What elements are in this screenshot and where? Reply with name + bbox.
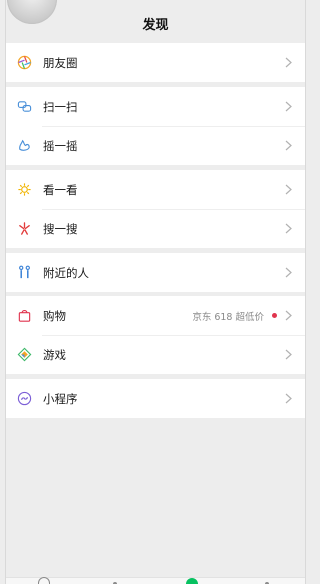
tab-bar: [6, 577, 305, 584]
scan-icon: [17, 99, 32, 114]
chevron-right-icon: [285, 140, 295, 151]
menu-item-label: 搜一搜: [43, 221, 78, 236]
chevron-right-icon: [285, 310, 295, 321]
shopping-bag-icon: [17, 308, 32, 323]
group-shopping-games: 购物 京东 618 超低价 游戏: [6, 296, 305, 374]
menu-item-label: 摇一摇: [43, 138, 78, 153]
group-people-nearby: 附近的人: [6, 253, 305, 292]
tab-chats[interactable]: [38, 577, 50, 584]
chevron-right-icon: [285, 223, 295, 234]
menu-item-top-stories[interactable]: 看一看: [6, 170, 305, 209]
menu-item-label: 小程序: [43, 391, 78, 406]
menu-item-shake[interactable]: 摇一摇: [6, 126, 305, 165]
menu-item-games[interactable]: 游戏: [6, 335, 305, 374]
discover-screen: 发现 朋友圈 扫一扫 摇一摇 看一看 搜一搜 附近的人 购物 京东 618 超低…: [6, 0, 305, 584]
menu-item-scan[interactable]: 扫一扫: [6, 87, 305, 126]
chevron-right-icon: [285, 101, 295, 112]
group-scan-shake: 扫一扫 摇一摇: [6, 87, 305, 165]
menu-item-label: 朋友圈: [43, 55, 78, 70]
menu-item-shopping[interactable]: 购物 京东 618 超低价: [6, 296, 305, 335]
moments-icon: [17, 55, 32, 70]
menu-item-label: 附近的人: [43, 265, 89, 280]
promo-text: 京东 618 超低价: [192, 311, 264, 323]
tab-discover[interactable]: [186, 578, 198, 584]
menu-item-label: 游戏: [43, 347, 66, 362]
page-title: 发现: [142, 18, 169, 33]
group-stories-search: 看一看 搜一搜: [6, 170, 305, 248]
menu-item-label: 看一看: [43, 182, 78, 197]
menu-item-people-nearby[interactable]: 附近的人: [6, 253, 305, 292]
menu-item-label: 购物: [43, 308, 66, 323]
top-stories-icon: [17, 182, 32, 197]
search-icon: [17, 221, 32, 236]
chevron-right-icon: [285, 184, 295, 195]
shake-icon: [17, 138, 32, 153]
menu-item-moments[interactable]: 朋友圈: [6, 43, 305, 82]
chevron-right-icon: [285, 267, 295, 278]
chevron-right-icon: [285, 349, 295, 360]
mini-programs-icon: [17, 391, 32, 406]
group-moments: 朋友圈: [6, 43, 305, 82]
menu-item-label: 扫一扫: [43, 99, 78, 114]
notification-dot: [272, 313, 277, 318]
chevron-right-icon: [285, 57, 295, 68]
people-nearby-icon: [17, 265, 32, 280]
games-icon: [17, 347, 32, 362]
chevron-right-icon: [285, 393, 295, 404]
group-mini-programs: 小程序: [6, 379, 305, 418]
menu-item-mini-programs[interactable]: 小程序: [6, 379, 305, 418]
menu-item-search[interactable]: 搜一搜: [6, 209, 305, 248]
